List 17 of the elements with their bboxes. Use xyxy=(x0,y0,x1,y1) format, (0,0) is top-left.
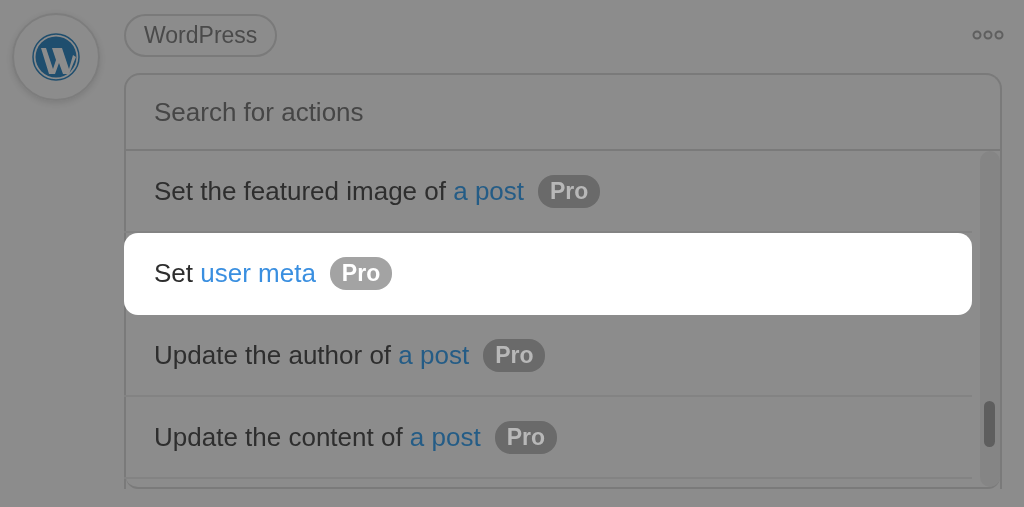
wordpress-logo-icon xyxy=(32,33,80,81)
action-label: Update the author of a post xyxy=(154,339,470,371)
pro-badge: Pro xyxy=(329,256,393,290)
action-item[interactable]: Set user meta Pro xyxy=(124,233,972,315)
pro-badge: Pro xyxy=(538,174,601,208)
action-item[interactable]: Update the author of a post Pro xyxy=(124,315,972,397)
scrollbar[interactable] xyxy=(980,151,1000,487)
pro-badge: Pro xyxy=(483,338,546,372)
pro-badge: Pro xyxy=(494,420,558,454)
action-label: Update the content of a post xyxy=(154,421,481,453)
service-tag[interactable]: WordPress xyxy=(124,13,278,57)
action-label: Set the featured image of a post xyxy=(154,175,525,207)
more-icon[interactable] xyxy=(972,30,1004,40)
wordpress-logo-button[interactable] xyxy=(12,13,100,101)
search-field[interactable]: Search for actions xyxy=(126,75,1000,151)
action-label: Set user meta xyxy=(154,257,316,289)
action-item[interactable]: Update the content of a post Pro xyxy=(124,397,972,479)
